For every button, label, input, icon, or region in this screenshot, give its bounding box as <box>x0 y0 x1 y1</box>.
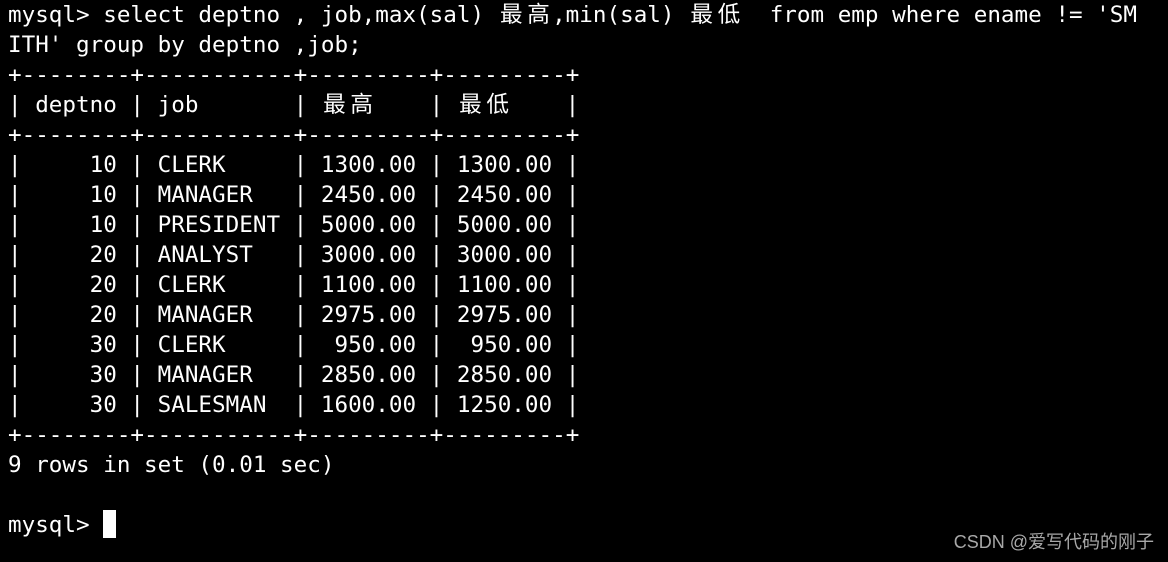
result-summary: 9 rows in set (0.01 sec) <box>8 452 335 478</box>
terminal-output: mysql> select deptno , job,max(sal) 最高 ,m… <box>8 0 1137 540</box>
table-row: | 30 | CLERK | 950.00 | 950.00 | <box>8 332 580 358</box>
table-row: | 10 | CLERK | 1300.00 | 1300.00 | <box>8 152 580 178</box>
table-row: | 20 | CLERK | 1100.00 | 1100.00 | <box>8 272 580 298</box>
watermark: CSDN @爱写代码的刚子 <box>953 532 1154 552</box>
table-row: | 10 | MANAGER | 2450.00 | 2450.00 | <box>8 182 580 208</box>
table-row: | 20 | ANALYST | 3000.00 | 3000.00 | <box>8 242 580 268</box>
table-row: | 30 | MANAGER | 2850.00 | 2850.00 | <box>8 362 580 388</box>
table-border: +--------+-----------+---------+--------… <box>8 122 580 148</box>
text-cursor <box>103 510 117 538</box>
sql-command-part-2: ITH' group by deptno ,job; <box>8 32 362 58</box>
table-row: | 10 | PRESIDENT | 5000.00 | 5000.00 | <box>8 212 580 238</box>
table-header: | deptno | job | 最高 | 最低 | <box>8 92 580 118</box>
sql-command-part-1: select deptno , job,max(sal) 最高 ,min(sal)… <box>103 2 1137 28</box>
table-row: | 20 | MANAGER | 2975.00 | 2975.00 | <box>8 302 580 328</box>
final-prompt: mysql> <box>8 512 104 538</box>
table-border: +--------+-----------+---------+--------… <box>8 62 580 88</box>
result-table: +--------+-----------+---------+--------… <box>8 60 1137 450</box>
table-border: +--------+-----------+---------+--------… <box>8 422 580 448</box>
command-line-1: mysql> select deptno , job,max(sal) 最高 ,m… <box>8 0 1137 30</box>
prompt: mysql> <box>8 2 104 28</box>
table-row: | 30 | SALESMAN | 1600.00 | 1250.00 | <box>8 392 580 418</box>
